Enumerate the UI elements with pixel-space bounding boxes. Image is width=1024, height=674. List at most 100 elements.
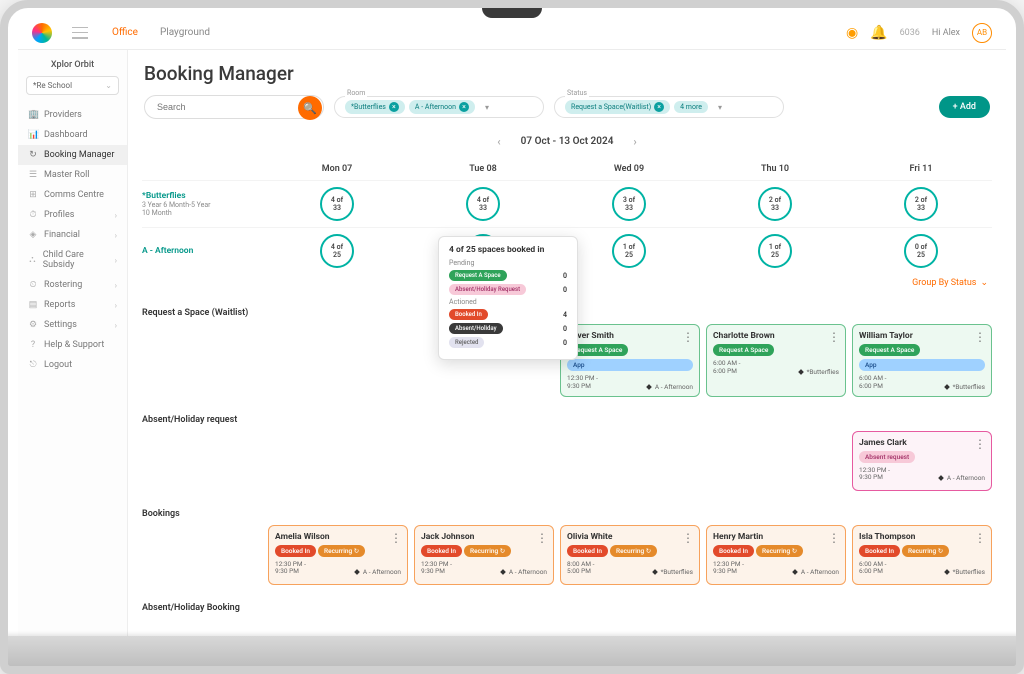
brand-logo-icon xyxy=(32,23,52,43)
booking-time: 6:00 AM -6:00 PM xyxy=(859,375,886,391)
remove-chip-icon[interactable]: × xyxy=(389,102,399,112)
sidebar-item-dashboard[interactable]: 📊Dashboard xyxy=(18,125,127,145)
capacity-indicator[interactable]: 1 of25 xyxy=(612,234,646,268)
prev-week-button[interactable]: ‹ xyxy=(491,133,506,150)
capacity-indicator[interactable]: 4 of25 xyxy=(320,234,354,268)
capacity-indicator[interactable]: 0 of25 xyxy=(904,234,938,268)
card-menu-icon[interactable]: ⋮ xyxy=(682,330,694,344)
sidebar-item-label: Child Care Subsidy xyxy=(43,250,109,270)
day-head-wed: Wed 09 xyxy=(558,164,700,174)
booking-card[interactable]: James Clark ⋮ Absent request 12:30 PM -9… xyxy=(852,431,992,491)
greeting-text: Hi Alex xyxy=(932,28,960,38)
next-week-button[interactable]: › xyxy=(627,133,642,150)
avatar[interactable]: AB xyxy=(972,23,992,43)
booking-card[interactable]: Amelia Wilson ⋮ Booked InRecurring ↻ 12:… xyxy=(268,525,408,585)
capacity-indicator[interactable]: 2 of33 xyxy=(758,187,792,221)
card-menu-icon[interactable]: ⋮ xyxy=(390,531,402,545)
sidebar-item-financial[interactable]: ◈Financial› xyxy=(18,225,127,245)
booking-card[interactable]: Henry Martin ⋮ Booked InRecurring ↻ 12:3… xyxy=(706,525,846,585)
status-filter-label: Status xyxy=(565,89,589,97)
popover-title: 4 of 25 spaces booked in xyxy=(449,245,567,255)
room-filter[interactable]: Room *Butterflies× A - Afternoon× ▾ xyxy=(334,96,544,118)
search-input[interactable] xyxy=(144,95,324,119)
sidebar-item-rostering[interactable]: ⏲Rostering› xyxy=(18,275,127,295)
booking-time: 12:30 PM -9:30 PM xyxy=(421,561,452,577)
card-menu-icon[interactable]: ⋮ xyxy=(828,330,840,344)
status-chip-1[interactable]: Request a Space(Waitlist)× xyxy=(565,100,670,114)
status-pill: Recurring ↻ xyxy=(610,545,657,557)
notification-count: 6036 xyxy=(900,28,920,38)
sidebar-item-label: Comms Centre xyxy=(44,190,104,200)
sidebar-item-settings[interactable]: ⚙Settings› xyxy=(18,315,127,335)
card-menu-icon[interactable]: ⋮ xyxy=(974,531,986,545)
topnav-office[interactable]: Office xyxy=(112,27,138,38)
remove-chip-icon[interactable]: × xyxy=(654,102,664,112)
booking-card[interactable]: William Taylor ⋮ Request A SpaceApp 6:00… xyxy=(852,324,992,397)
add-button[interactable]: + Add xyxy=(939,96,990,118)
sidebar-item-booking-manager[interactable]: ↻Booking Manager xyxy=(18,145,127,165)
center-selector-value: *Re School xyxy=(33,81,72,90)
capacity-indicator[interactable]: 3 of33 xyxy=(612,187,646,221)
status-count: 0 xyxy=(563,339,567,347)
sidebar-item-help-support[interactable]: ?Help & Support xyxy=(18,335,127,355)
sidebar-item-label: Rostering xyxy=(44,280,82,290)
section-heading: Absent/Holiday Booking xyxy=(142,585,992,619)
capacity-indicator[interactable]: 2 of33 xyxy=(904,187,938,221)
sidebar-item-providers[interactable]: 🏢Providers xyxy=(18,105,127,125)
booking-time: 6:00 AM -6:00 PM xyxy=(859,561,886,577)
center-selector[interactable]: *Re School ⌄ xyxy=(26,76,119,95)
room-name[interactable]: *Butterflies xyxy=(142,191,262,201)
capacity-indicator[interactable]: 1 of25 xyxy=(758,234,792,268)
empty-slot xyxy=(706,431,846,491)
sidebar-item-label: Help & Support xyxy=(44,340,104,350)
booking-card[interactable]: Charlotte Brown ⋮ Request A Space 6:00 A… xyxy=(706,324,846,397)
profiles-icon: ⏱ xyxy=(28,210,38,220)
status-count: 0 xyxy=(563,286,567,294)
sidebar-item-logout[interactable]: ⎋Logout xyxy=(18,355,127,375)
topnav-playground[interactable]: Playground xyxy=(160,27,210,38)
child-name: James Clark xyxy=(859,438,985,448)
card-menu-icon[interactable]: ⋮ xyxy=(828,531,840,545)
booking-card[interactable]: Jack Johnson ⋮ Booked InRecurring ↻ 12:3… xyxy=(414,525,554,585)
preview-icon[interactable]: ◉ xyxy=(846,25,858,41)
sidebar-item-comms-centre[interactable]: ⊞Comms Centre xyxy=(18,185,127,205)
empty-slot xyxy=(268,324,408,397)
reports-icon: ▤ xyxy=(28,300,38,310)
sidebar-item-profiles[interactable]: ⏱Profiles› xyxy=(18,205,127,225)
card-menu-icon[interactable]: ⋮ xyxy=(536,531,548,545)
status-pill: Request A Space xyxy=(713,344,774,356)
booking-card[interactable]: Isla Thompson ⋮ Booked InRecurring ↻ 6:0… xyxy=(852,525,992,585)
booking-grid: Mon 07 Tue 08 Wed 09 Thu 10 Fri 11 *Butt… xyxy=(128,160,1006,638)
room-chip-2[interactable]: A - Afternoon× xyxy=(409,100,475,114)
room-name[interactable]: A - Afternoon xyxy=(142,246,262,256)
section-heading: Absent/Holiday request xyxy=(142,397,992,431)
capacity-indicator[interactable]: 4 of33 xyxy=(320,187,354,221)
sidebar-item-master-roll[interactable]: ☰Master Roll xyxy=(18,165,127,185)
bell-icon[interactable]: 🔔 xyxy=(870,25,887,41)
capacity-indicator[interactable]: 4 of33 xyxy=(466,187,500,221)
chevron-right-icon: › xyxy=(115,281,117,290)
financial-icon: ◈ xyxy=(28,230,38,240)
remove-chip-icon[interactable]: × xyxy=(459,102,469,112)
booking-room: A - Afternoon xyxy=(501,568,547,576)
card-menu-icon[interactable]: ⋮ xyxy=(974,437,986,451)
status-chip-more[interactable]: 4 more xyxy=(674,101,708,113)
status-pill: Recurring ↻ xyxy=(464,545,511,557)
sidebar-item-child-care-subsidy[interactable]: ⛬Child Care Subsidy› xyxy=(18,245,127,275)
sidebar-item-label: Master Roll xyxy=(44,170,89,180)
status-filter[interactable]: Status Request a Space(Waitlist)× 4 more… xyxy=(554,96,784,118)
booking-card[interactable]: Olivia White ⋮ Booked InRecurring ↻ 8:00… xyxy=(560,525,700,585)
room-chip-1[interactable]: *Butterflies× xyxy=(345,100,405,114)
status-pill: Recurring ↻ xyxy=(756,545,803,557)
sidebar-item-reports[interactable]: ▤Reports› xyxy=(18,295,127,315)
popover-row: Rejected0 xyxy=(449,337,567,348)
booking-time: 6:00 AM -6:00 PM xyxy=(713,360,740,376)
popover-row: Request A Space0 xyxy=(449,270,567,281)
menu-toggle-icon[interactable] xyxy=(72,27,88,39)
card-menu-icon[interactable]: ⋮ xyxy=(682,531,694,545)
date-range: 07 Oct - 13 Oct 2024 xyxy=(521,136,614,147)
search-button[interactable]: 🔍 xyxy=(298,96,322,120)
booking-room: *Butterflies xyxy=(799,368,839,376)
card-menu-icon[interactable]: ⋮ xyxy=(974,330,986,344)
booking-card[interactable]: Oliver Smith ⋮ Request A SpaceApp 12:30 … xyxy=(560,324,700,397)
